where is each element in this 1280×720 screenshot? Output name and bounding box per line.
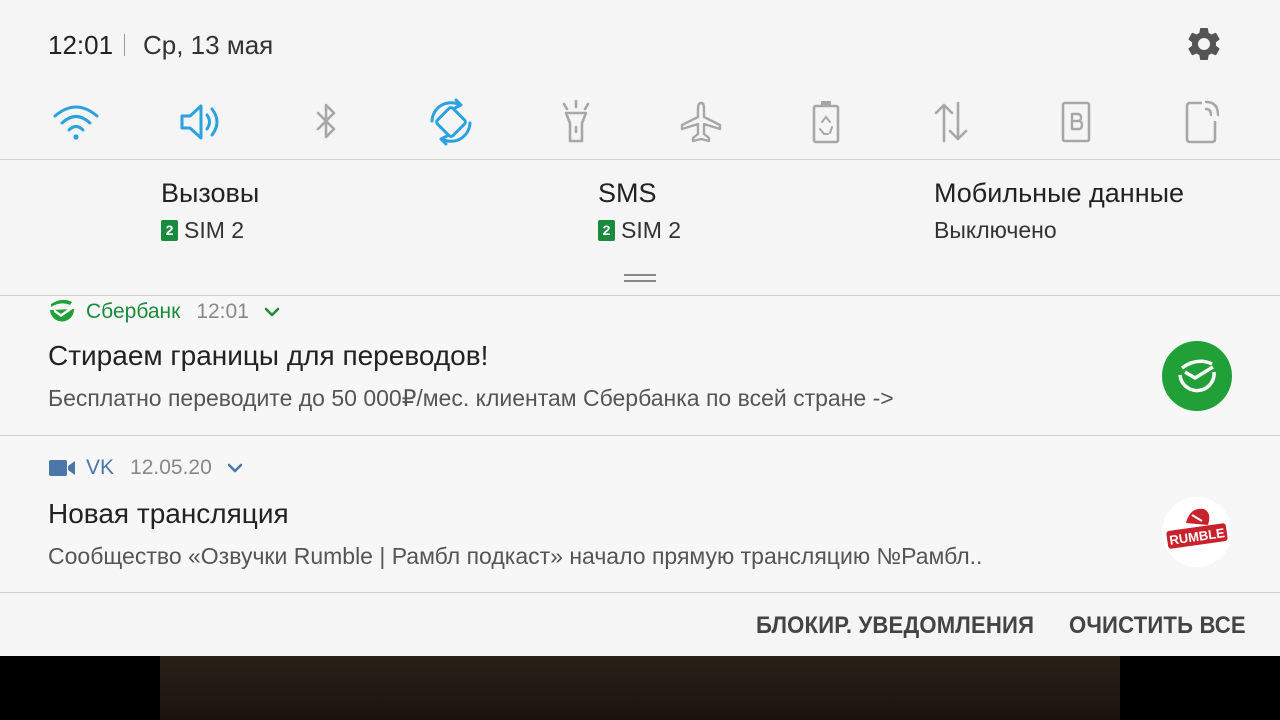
sim-badge-icon: 2 <box>161 220 178 241</box>
rumble-avatar: RUMBLE <box>1162 497 1232 567</box>
quick-toggle-bluetooth[interactable] <box>298 94 354 150</box>
sim-data-subline: Выключено <box>934 217 1184 244</box>
notification-actions: БЛОКИР. УВЕДОМЛЕНИЯ ОЧИСТИТЬ ВСЕ <box>0 593 1280 656</box>
quick-settings-divider <box>0 159 1280 160</box>
chevron-down-icon[interactable] <box>226 462 244 474</box>
quick-toggle-airplane[interactable] <box>673 94 729 150</box>
sim-calls-title: Вызовы <box>161 178 260 208</box>
date: Ср, 13 мая <box>143 30 274 60</box>
quick-toggle-mobile-data[interactable] <box>923 94 979 150</box>
airplane-mode-icon <box>680 101 722 143</box>
notification-time: 12.05.20 <box>130 456 212 479</box>
rumble-logo-icon: RUMBLE <box>1166 508 1228 549</box>
sim-sms-value: SIM 2 <box>621 217 682 243</box>
quick-toggle-sound[interactable] <box>173 94 229 150</box>
notification-header: Сбербанк 12:01 <box>48 298 281 326</box>
sim-calls-value: SIM 2 <box>184 217 245 243</box>
sberbank-large-icon <box>1162 341 1232 411</box>
sim-sms-subline: 2 SIM 2 <box>598 217 681 244</box>
settings-gear-icon[interactable] <box>1184 24 1224 64</box>
video-camera-icon <box>49 460 75 476</box>
expand-handle[interactable] <box>624 274 656 282</box>
auto-rotate-icon <box>430 98 472 146</box>
notification-panel: 12:01 Ср, 13 мая Вызовы 2 SIM 2 SMS 2 SI… <box>0 0 1280 656</box>
notification-header: VK 12.05.20 <box>48 456 244 480</box>
status-separator <box>124 34 125 56</box>
sberbank-logo-icon <box>50 299 75 322</box>
quick-settings-row <box>0 94 1280 150</box>
quick-toggle-blue-light[interactable] <box>1048 94 1104 150</box>
notification-text: Бесплатно переводите до 50 000₽/мес. кли… <box>48 385 894 411</box>
quick-toggle-flashlight[interactable] <box>548 94 604 150</box>
nfc-icon <box>1185 100 1220 144</box>
quick-toggle-auto-rotate[interactable] <box>423 94 479 150</box>
sim-sms[interactable]: SMS 2 SIM 2 <box>598 178 681 244</box>
quick-toggle-power-saving[interactable] <box>798 94 854 150</box>
flashlight-icon <box>562 99 590 143</box>
quick-toggle-nfc[interactable] <box>1173 94 1229 150</box>
notification-time: 12:01 <box>196 300 249 323</box>
notification-app-name: Сбербанк <box>86 300 181 323</box>
background-app-content <box>160 656 1120 720</box>
chevron-down-icon[interactable] <box>263 306 281 318</box>
status-bar: 12:01 Ср, 13 мая <box>0 0 1280 90</box>
blue-light-filter-icon <box>1061 101 1091 143</box>
notification-title: Новая трансляция <box>48 498 289 529</box>
notification-app-name: VK <box>86 456 115 479</box>
sim-data-title: Мобильные данные <box>934 178 1185 208</box>
sim-data-value: Выключено <box>934 217 1057 243</box>
clear-all-button[interactable]: ОЧИСТИТЬ ВСЕ <box>1069 612 1246 640</box>
clock: 12:01 <box>48 30 114 60</box>
block-notifications-button[interactable]: БЛОКИР. УВЕДОМЛЕНИЯ <box>756 612 1034 640</box>
notification-vk[interactable]: VK 12.05.20 Новая трансляция Сообщество … <box>0 436 1280 592</box>
notification-text: Сообщество «Озвучки Rumble | Рамбл подка… <box>48 543 983 569</box>
sound-icon <box>180 104 219 140</box>
power-saving-icon <box>812 101 840 144</box>
bluetooth-icon <box>316 103 336 139</box>
wifi-icon <box>53 105 99 140</box>
sim-mobile-data[interactable]: Мобильные данные Выключено <box>934 178 1184 244</box>
mobile-data-icon <box>934 101 968 143</box>
sim-calls[interactable]: Вызовы 2 SIM 2 <box>161 178 259 244</box>
quick-toggle-wifi[interactable] <box>48 94 104 150</box>
sim-badge-icon: 2 <box>598 220 615 241</box>
notification-title: Стираем границы для переводов! <box>48 340 489 371</box>
notification-sberbank[interactable]: Сбербанк 12:01 Стираем границы для перев… <box>0 296 1280 435</box>
sim-sms-title: SMS <box>598 178 657 208</box>
sim-calls-subline: 2 SIM 2 <box>161 217 259 244</box>
